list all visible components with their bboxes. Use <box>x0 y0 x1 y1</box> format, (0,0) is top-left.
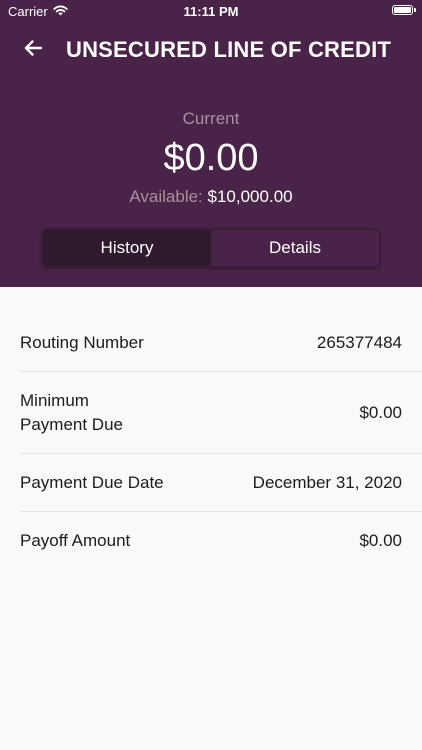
tab-history-label: History <box>100 238 154 257</box>
status-time: 11:11 PM <box>183 4 239 19</box>
detail-value: December 31, 2020 <box>252 473 402 492</box>
details-list: Routing Number 265377484 Minimum Payment… <box>0 314 422 570</box>
detail-value: $0.00 <box>359 403 402 422</box>
detail-label: Minimum Payment Due <box>20 391 123 434</box>
available-label: Available: <box>129 187 203 206</box>
current-balance-label: Current <box>182 109 240 128</box>
tab-history[interactable]: History <box>43 230 211 266</box>
detail-label: Routing Number <box>20 333 144 352</box>
detail-value: $0.00 <box>359 531 402 550</box>
detail-row-payment-due-date: Payment Due Date December 31, 2020 <box>0 454 422 512</box>
detail-row-minimum-payment-due: Minimum Payment Due $0.00 <box>0 372 422 454</box>
back-button[interactable] <box>19 36 47 64</box>
detail-label: Payoff Amount <box>20 531 131 550</box>
status-bar: Carrier 11:11 PM <box>0 0 422 24</box>
available-credit: Available: $10,000.00 <box>0 187 422 207</box>
battery-level <box>394 7 411 13</box>
detail-row-payoff-amount: Payoff Amount $0.00 <box>0 512 422 570</box>
current-balance-amount: $0.00 <box>163 137 259 179</box>
tab-details[interactable]: Details <box>211 230 379 266</box>
available-value: $10,000.00 <box>207 187 293 206</box>
detail-value: 265377484 <box>316 333 402 352</box>
account-header: Carrier 11:11 PM UNSECURED LINE OF CREDI… <box>0 0 422 287</box>
page-title: UNSECURED LINE OF CREDIT <box>66 37 392 62</box>
arrow-left-icon <box>23 39 43 62</box>
view-segmented-control: History Details <box>41 228 381 268</box>
tab-details-label: Details <box>269 238 321 257</box>
detail-label: Payment Due Date <box>20 473 164 492</box>
detail-row-routing-number: Routing Number 265377484 <box>0 314 422 372</box>
battery-icon <box>392 5 416 15</box>
navigation-bar: UNSECURED LINE OF CREDIT <box>0 28 422 72</box>
